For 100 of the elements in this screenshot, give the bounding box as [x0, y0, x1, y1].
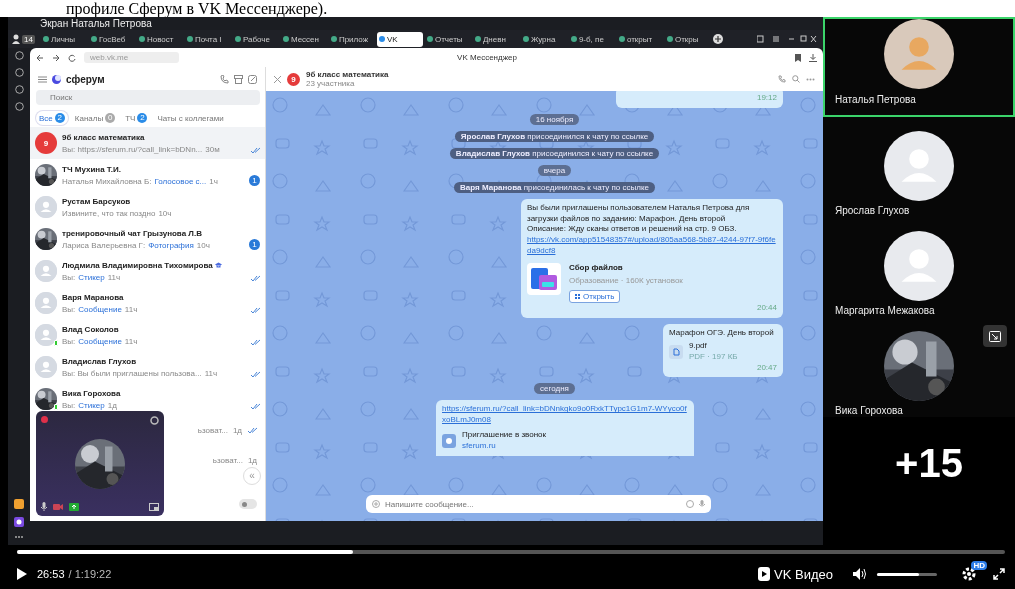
- window-controls-icon[interactable]: [757, 35, 817, 43]
- message-time: 20:47: [755, 362, 777, 374]
- screen-share-icon: [989, 330, 1001, 342]
- file-name[interactable]: 9.pdf: [689, 340, 738, 352]
- browser-tab[interactable]: открыт: [616, 31, 663, 47]
- chat-list-item[interactable]: Влад Соколов Вы: Сообщение 11ч: [30, 319, 265, 351]
- chat-title: 9б класс математика: [306, 70, 390, 79]
- browser-tab[interactable]: Отчеты: [424, 31, 471, 47]
- message-field[interactable]: Напишите сообщение...: [385, 499, 681, 509]
- toggle-switch[interactable]: [239, 499, 257, 509]
- tab-count-badge[interactable]: 14: [22, 34, 35, 44]
- camera-off-icon[interactable]: [53, 502, 63, 511]
- chat-list-item[interactable]: тренировочный чат Грызунова Л.В Лариса Валерьевна Г: Фотография 10ч 1: [30, 223, 265, 255]
- chat-list-item[interactable]: Рустам Барсуков Извините, что так поздно 10ч: [30, 191, 265, 223]
- message-preview: Вы: Стикер 1д: [62, 400, 118, 410]
- chat-list-item[interactable]: Вика Горохова Вы: Стикер 1д: [30, 383, 265, 415]
- settings-icon[interactable]: [150, 416, 159, 425]
- date-label: сегодня: [534, 383, 575, 395]
- bookmark-icon[interactable]: [795, 53, 801, 62]
- message-time: 11ч: [124, 304, 138, 314]
- chat-list-item[interactable]: Варя Маранова Вы: Сообщение 11ч: [30, 287, 265, 319]
- browser-tab[interactable]: Журна: [520, 31, 567, 47]
- reload-icon[interactable]: [68, 53, 76, 62]
- screen-share-icon[interactable]: [69, 502, 79, 511]
- browser-tab[interactable]: Откры: [664, 31, 711, 47]
- download-icon[interactable]: [809, 53, 817, 62]
- open-button[interactable]: Открыть: [569, 290, 621, 304]
- filter-tab[interactable]: Каналы 0: [71, 111, 119, 125]
- browser-tab[interactable]: Дневн: [472, 31, 519, 47]
- search-icon[interactable]: [792, 75, 800, 83]
- add-call-icon[interactable]: [220, 75, 229, 84]
- volume-icon[interactable]: [853, 568, 867, 580]
- close-icon[interactable]: [274, 75, 281, 83]
- chat-name: Владислав Глухов: [62, 356, 137, 366]
- search-field[interactable]: Поиск: [36, 90, 260, 105]
- chat-list-item[interactable]: Владислав Глухов Вы: Вы были приглашены пользова... 11ч: [30, 351, 265, 383]
- file-icon[interactable]: [669, 344, 683, 359]
- chat-list-item[interactable]: Людмила Владимировна Тихомирова Вы: Стикер 11ч: [30, 255, 265, 287]
- archive-icon[interactable]: [234, 75, 243, 84]
- message-time: 11ч: [204, 368, 218, 378]
- browser-tab[interactable]: VK: [376, 31, 423, 47]
- browser-tab[interactable]: Почта I: [184, 31, 231, 47]
- chat-avatar: 9: [287, 72, 300, 86]
- avatar-placeholder-icon: [35, 292, 57, 314]
- composer-bar[interactable]: Напишите сообщение...: [366, 495, 711, 513]
- volume-track[interactable]: [877, 572, 937, 576]
- browser-tab[interactable]: Личны: [40, 31, 87, 47]
- chat-list-item[interactable]: ТЧ Мухина Т.И. Наталья Михайловна Б: Голосовое с... 1ч 1: [30, 159, 265, 191]
- message-time: 30м: [205, 144, 220, 154]
- quality-badge: HD: [971, 561, 987, 570]
- app-meta: Образование · 160К установок: [569, 275, 683, 287]
- filter-tab[interactable]: ТЧ 2: [122, 111, 151, 125]
- message-time: 20:44: [755, 303, 777, 315]
- brand-name: сферум: [66, 74, 106, 85]
- message-preview: Извините, что так поздно 10ч: [62, 208, 173, 218]
- app-icon[interactable]: [14, 517, 24, 527]
- filter-tab[interactable]: Все 2: [36, 111, 68, 125]
- more-icon[interactable]: [806, 77, 815, 81]
- logo-icon: [52, 75, 61, 84]
- browser-tab[interactable]: Прилож: [328, 31, 375, 47]
- browser-tab[interactable]: ГосВеб: [88, 31, 135, 47]
- compose-icon[interactable]: [248, 75, 257, 84]
- fullscreen-icon[interactable]: [993, 568, 1005, 580]
- picture-in-picture-icon[interactable]: [149, 502, 159, 511]
- browser-tab[interactable]: Рабоче: [232, 31, 279, 47]
- progress-track[interactable]: [17, 550, 1005, 554]
- filter-tab[interactable]: Чаты с коллегами: [154, 111, 227, 125]
- menu-icon[interactable]: [38, 76, 47, 83]
- message-time: 10ч: [196, 240, 210, 250]
- new-tab-icon[interactable]: [712, 34, 723, 44]
- avatar-placeholder-icon: [35, 260, 57, 282]
- message-text: Марафон ОГЭ. День второй: [669, 328, 775, 339]
- app-title: Сбор файлов: [569, 262, 624, 274]
- forward-icon[interactable]: [52, 53, 60, 62]
- chat-list-item[interactable]: 9 9б класс математика Вы: https://sferum.ru/?call_link=bDNn... 30м: [30, 127, 265, 159]
- browser-tab[interactable]: Мессен: [280, 31, 327, 47]
- user-icon[interactable]: [12, 34, 20, 44]
- message-preview: ьзоват...: [197, 425, 228, 435]
- chat-name: Вика Горохова: [62, 388, 121, 398]
- record-icon[interactable]: [41, 416, 48, 423]
- system-message: Владислав Глухов присоединился к чату по ссылке: [449, 147, 660, 159]
- participant-name: Вика Горохова: [835, 405, 903, 416]
- message-link[interactable]: https://vk.com/app51548357#/upload/805aa568-5b87-4244-97f7-9f6feda9dcf8: [527, 235, 777, 257]
- message-link[interactable]: https://sferum.ru/?call_link=bDNnkgko9o0RxkTTypc1G1m7-WYyco0fxoBLmJ0m08: [442, 404, 688, 426]
- microphone-icon[interactable]: [41, 502, 47, 511]
- back-icon[interactable]: [36, 53, 44, 62]
- avatar-placeholder-icon: [884, 131, 954, 201]
- avatar-placeholder-icon: [35, 196, 57, 218]
- participant-name: Маргарита Межакова: [835, 305, 935, 316]
- link-site[interactable]: sferum.ru: [462, 440, 547, 452]
- participant-name: Ярослав Глухов: [835, 205, 910, 216]
- brand-name: VK Видео: [774, 566, 833, 582]
- more-participants-count: +15: [894, 440, 964, 486]
- browser-tab[interactable]: 9-б, пе: [568, 31, 615, 47]
- more-icon[interactable]: [14, 535, 24, 539]
- message-time: 1д: [107, 400, 117, 410]
- screen-share-button[interactable]: [983, 325, 1007, 347]
- logo-icon: [758, 567, 771, 581]
- browser-tab[interactable]: Новост: [136, 31, 183, 47]
- page-title: VK Мессенджер: [456, 53, 518, 62]
